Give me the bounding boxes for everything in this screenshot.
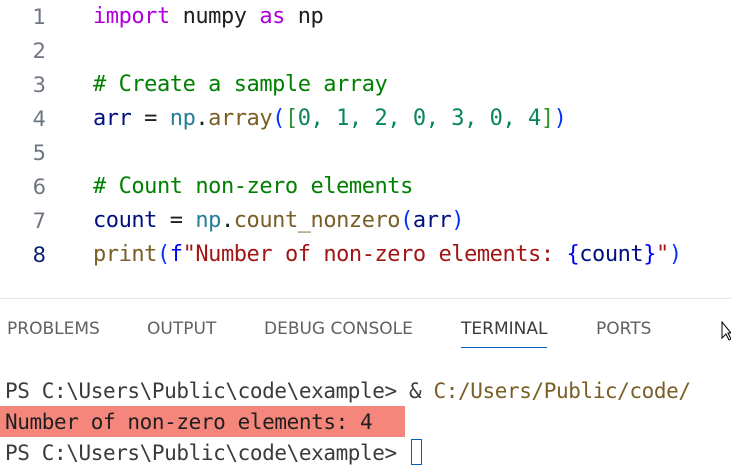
- function-name: array: [208, 106, 273, 131]
- close-paren: ): [553, 106, 567, 131]
- close-bracket: ]: [540, 106, 554, 131]
- open-paren: (: [400, 208, 413, 233]
- string-literal: "Number of non-zero elements:: [182, 242, 567, 267]
- close-paren: ): [668, 242, 682, 267]
- line-number: 7: [32, 209, 46, 233]
- terminal-prompt: PS C:\Users\Public\code\example>: [5, 379, 410, 403]
- line-number: 4: [32, 107, 46, 131]
- terminal-line-prompt[interactable]: PS C:\Users\Public\code\example>: [5, 436, 423, 470]
- variable-name: count: [579, 242, 644, 267]
- terminal-prompt: PS C:\Users\Public\code\example>: [5, 441, 410, 465]
- line-number: 1: [32, 5, 46, 29]
- line-number: 3: [32, 73, 46, 97]
- dot-operator: .: [220, 208, 234, 233]
- open-bracket: [: [284, 106, 298, 131]
- code-line-2[interactable]: 2: [0, 34, 731, 68]
- open-paren: (: [272, 106, 285, 131]
- code-comment: # Count non-zero elements: [93, 174, 413, 199]
- code-comment: # Create a sample array: [93, 72, 388, 97]
- terminal-output-line: Number of non-zero elements: 4: [5, 410, 373, 434]
- assign-operator: =: [156, 208, 196, 233]
- code-line-6[interactable]: 6 # Count non-zero elements: [0, 170, 731, 204]
- code-text: print(f"Number of non-zero elements: {co…: [93, 238, 682, 272]
- dot-operator: .: [195, 106, 209, 131]
- panel-divider[interactable]: [0, 298, 731, 299]
- tab-output[interactable]: OUTPUT: [147, 319, 216, 339]
- object-name: np: [169, 106, 196, 131]
- argument-name: arr: [412, 208, 452, 233]
- close-paren: ): [451, 208, 465, 233]
- string-literal-end: ": [656, 242, 669, 267]
- code-text: count = np.count_nonzero(arr): [93, 204, 465, 238]
- module-alias: np: [297, 4, 324, 29]
- mouse-pointer-icon: [721, 321, 731, 341]
- line-number: 6: [32, 175, 46, 199]
- line-number: 5: [32, 141, 46, 165]
- keyword-as: as: [259, 4, 285, 29]
- terminal-cursor[interactable]: [411, 439, 423, 465]
- keyword-import: import: [93, 4, 170, 29]
- tab-debug-console[interactable]: DEBUG CONSOLE: [264, 319, 413, 339]
- code-text: arr = np.array([0, 1, 2, 0, 3, 0, 4]): [93, 102, 567, 136]
- fstring-brace-open: {: [566, 242, 580, 267]
- variable-name: arr: [93, 106, 132, 131]
- object-name: np: [195, 208, 221, 233]
- variable-name: count: [93, 208, 157, 233]
- tab-problems[interactable]: PROBLEMS: [7, 319, 100, 339]
- code-line-8[interactable]: 8 print(f"Number of non-zero elements: {…: [0, 238, 731, 272]
- array-values: 0, 1, 2, 0, 3, 0, 4: [297, 106, 542, 131]
- line-number: 2: [32, 39, 46, 63]
- open-paren: (: [156, 242, 170, 267]
- terminal-command-path: C:/Users/Public/code/: [433, 379, 692, 403]
- code-text: import numpy as np: [93, 0, 324, 34]
- module-name: numpy: [182, 4, 247, 29]
- function-name: print: [93, 242, 157, 267]
- code-line-7[interactable]: 7 count = np.count_nonzero(arr): [0, 204, 731, 238]
- vscode-window: 1 import numpy as np 2 3 # Create a samp…: [0, 0, 731, 470]
- line-number-active: 8: [32, 243, 46, 267]
- code-line-1[interactable]: 1 import numpy as np: [0, 0, 731, 34]
- tab-ports[interactable]: PORTS: [596, 319, 651, 339]
- function-name: count_nonzero: [233, 208, 401, 233]
- terminal-call-operator: &: [409, 379, 434, 403]
- fstring-brace-close: }: [643, 242, 657, 267]
- code-line-3[interactable]: 3 # Create a sample array: [0, 68, 731, 102]
- code-editor[interactable]: 1 import numpy as np 2 3 # Create a samp…: [0, 0, 731, 278]
- fstring-prefix: f: [169, 242, 183, 267]
- code-line-4[interactable]: 4 arr = np.array([0, 1, 2, 0, 3, 0, 4]): [0, 102, 731, 136]
- terminal-line-command[interactable]: PS C:\Users\Public\code\example> & C:/Us…: [5, 374, 691, 408]
- panel-tab-bar: PROBLEMS OUTPUT DEBUG CONSOLE TERMINAL P…: [0, 300, 731, 362]
- code-line-5[interactable]: 5: [0, 136, 731, 170]
- tab-terminal[interactable]: TERMINAL: [461, 319, 548, 348]
- assign-operator: =: [131, 106, 170, 131]
